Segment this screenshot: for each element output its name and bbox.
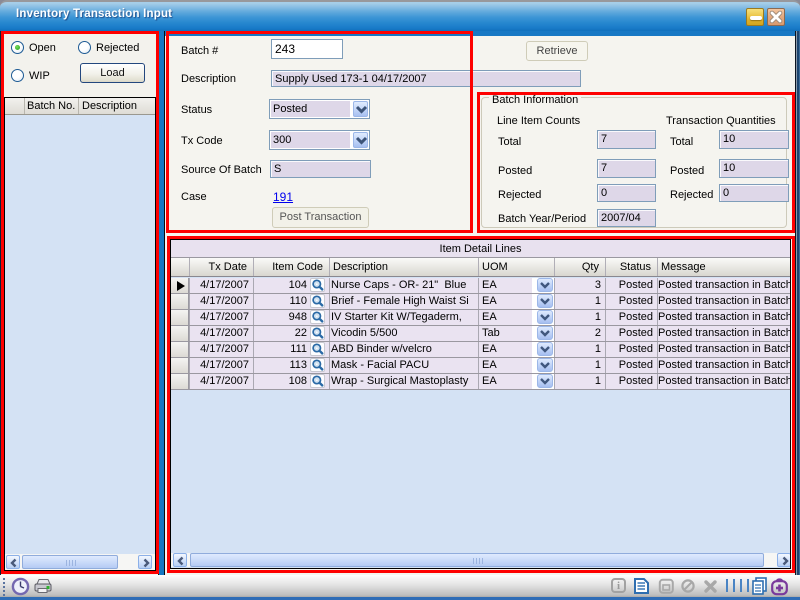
svg-text:i: i — [617, 580, 620, 592]
